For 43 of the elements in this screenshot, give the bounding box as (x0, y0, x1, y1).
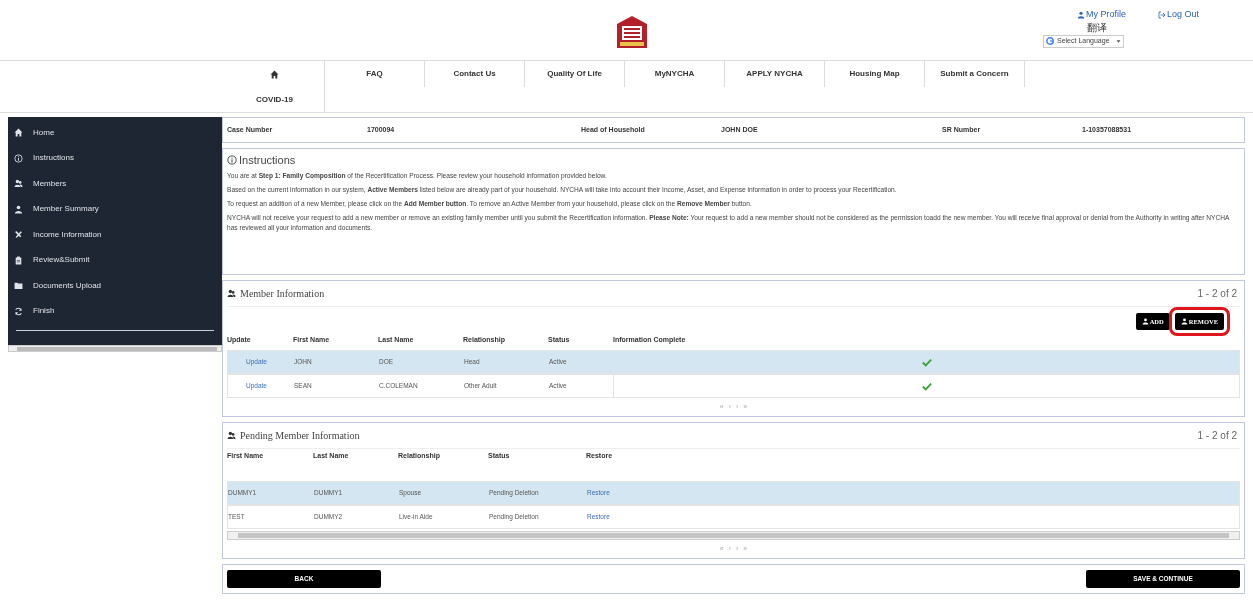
refresh-icon (14, 306, 23, 316)
home-icon (270, 69, 279, 79)
users-icon (14, 179, 23, 189)
nav-link[interactable]: Submit a Concern (925, 61, 1025, 87)
google-icon (1046, 37, 1054, 45)
folder-icon (14, 281, 23, 291)
nav-link[interactable]: MyNYCHA (625, 61, 725, 87)
users-icon (227, 289, 236, 298)
sidebar-item[interactable]: Members (8, 171, 222, 197)
info-icon (14, 153, 23, 163)
sign-out-icon (1158, 10, 1166, 19)
instructions-title: Instructions (239, 153, 296, 168)
panel-title: Pending Member Information (240, 429, 360, 443)
user-plus-icon (1180, 318, 1188, 325)
nav-link[interactable]: FAQ (325, 61, 425, 87)
log-out-link[interactable]: Log Out (1158, 8, 1200, 22)
scrollbar[interactable] (227, 531, 1240, 540)
sidebar-item[interactable]: Finish (8, 298, 222, 324)
sidebar-item[interactable]: Income Information (8, 222, 222, 248)
nav-link[interactable]: APPLY NYCHA (725, 61, 825, 87)
sidebar-item[interactable]: Documents Upload (8, 273, 222, 299)
user-icon (14, 204, 23, 214)
sidebar-item[interactable]: Home (8, 120, 222, 146)
caret-icon (1115, 38, 1121, 44)
nav-link[interactable]: COVID-19 (225, 87, 325, 113)
sidebar-item[interactable]: Member Summary (8, 196, 222, 222)
translate-label: 翻译 (1087, 21, 1107, 34)
users-icon (227, 431, 236, 440)
user-plus-icon (1141, 318, 1149, 325)
nav-link[interactable]: Housing Map (825, 61, 925, 87)
record-count: 1 - 2 of 2 (1197, 429, 1238, 443)
record-count: 1 - 2 of 2 (1197, 287, 1238, 301)
nav-link[interactable]: Contact Us (425, 61, 525, 87)
nav-link[interactable]: Quality Of Life (525, 61, 625, 87)
clipboard-icon (14, 255, 23, 265)
home-icon (14, 128, 23, 138)
sidebar-item[interactable]: Instructions (8, 145, 222, 171)
panel-title: Member Information (240, 287, 325, 301)
user-icon (1077, 10, 1085, 19)
sidebar-item[interactable]: Review&Submit (8, 247, 222, 273)
info-icon (227, 155, 237, 166)
scrollbar[interactable] (8, 345, 222, 352)
my-profile-link[interactable]: My Profile (1077, 8, 1126, 22)
